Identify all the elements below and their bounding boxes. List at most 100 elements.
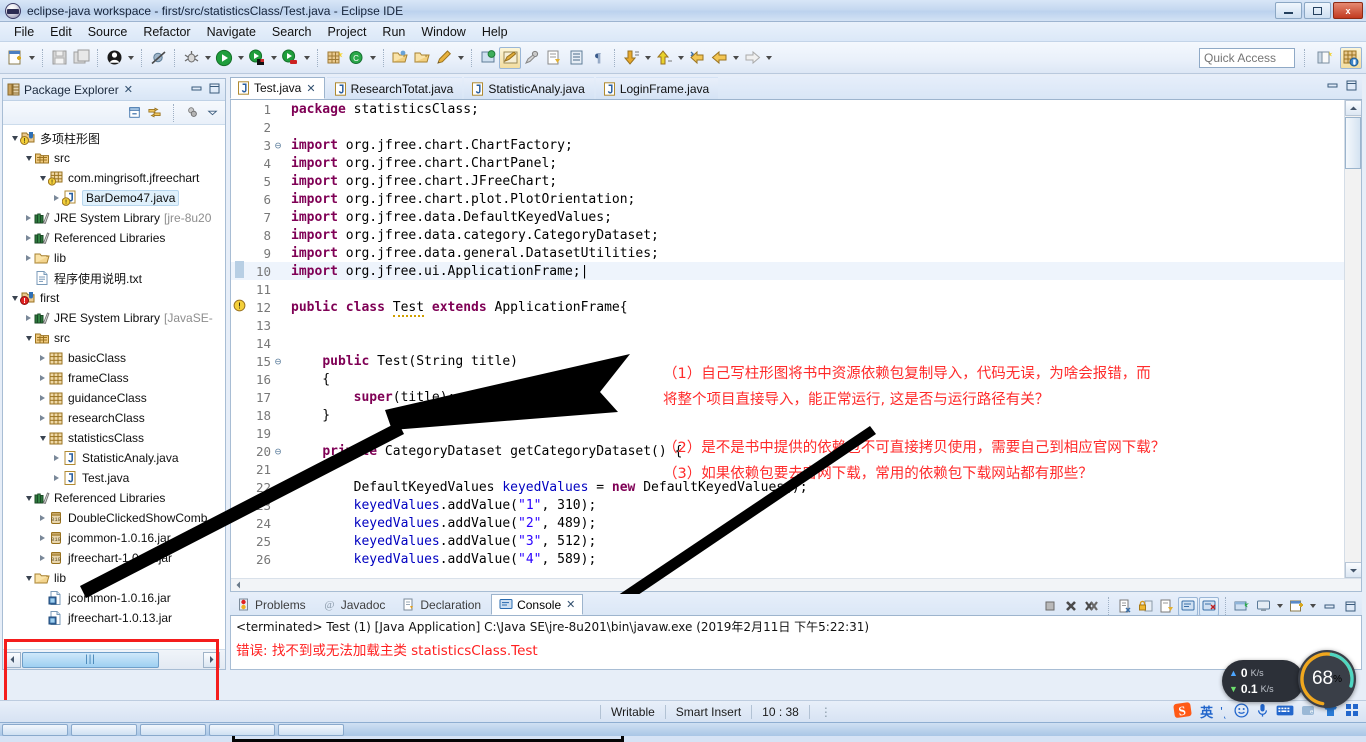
expand-arrow-closed-icon[interactable] xyxy=(23,253,34,264)
remove-all-launches-icon[interactable] xyxy=(1082,597,1102,616)
emoji-icon[interactable] xyxy=(1234,702,1249,721)
taskbar-item[interactable] xyxy=(2,723,68,736)
menu-item-project[interactable]: Project xyxy=(320,23,375,41)
close-icon[interactable]: ✕ xyxy=(124,83,133,96)
next-member-down-icon[interactable] xyxy=(620,47,642,69)
tree-item[interactable]: Referenced Libraries xyxy=(3,228,225,248)
package-explorer-hscrollbar[interactable]: ||| xyxy=(3,649,225,669)
new-icon[interactable] xyxy=(4,47,26,69)
hscroll-thumb[interactable]: ||| xyxy=(22,651,159,668)
toggle-mark-occurrences-icon[interactable] xyxy=(499,46,521,69)
pilcrow-icon[interactable]: ¶ xyxy=(587,47,609,69)
tree-item[interactable]: jfreechart-1.0.13.jar xyxy=(3,608,225,628)
tree-item[interactable]: JRE System Library [JavaSE- xyxy=(3,308,225,328)
show-console-when-output-icon[interactable] xyxy=(1178,596,1198,616)
clear-console-icon[interactable] xyxy=(1115,597,1135,616)
expand-arrow-closed-icon[interactable] xyxy=(51,473,62,484)
fold-collapse-icon[interactable]: ⊖ xyxy=(271,139,285,152)
menu-item-refactor[interactable]: Refactor xyxy=(135,23,198,41)
editor-tab[interactable]: ResearchTotat.java xyxy=(326,77,463,99)
status-more-icon[interactable]: ⋮ xyxy=(810,704,842,720)
maximize-editor-icon[interactable] xyxy=(1345,79,1358,92)
next-member-dropdown-icon[interactable] xyxy=(642,47,653,69)
menu-item-window[interactable]: Window xyxy=(413,23,473,41)
expand-arrow-open-icon[interactable] xyxy=(9,293,20,304)
network-speed-widget[interactable]: ▲ 0 K/s ▼ 0.1 K/s xyxy=(1222,660,1304,702)
open-console-icon[interactable] xyxy=(1286,597,1306,616)
run-icon[interactable] xyxy=(213,47,235,69)
new-package-icon[interactable] xyxy=(323,47,345,69)
minimize-button[interactable] xyxy=(1275,2,1302,19)
taskbar-item[interactable] xyxy=(71,723,137,736)
view-menu-icon[interactable] xyxy=(206,106,219,119)
back-dropdown-icon[interactable] xyxy=(730,47,741,69)
cpu-usage-widget[interactable]: 68 % xyxy=(1298,650,1356,708)
java-perspective-icon[interactable] xyxy=(1340,46,1362,69)
package-explorer-tab[interactable]: Package Explorer ✕ xyxy=(3,79,225,101)
expand-arrow-closed-icon[interactable] xyxy=(37,373,48,384)
debug-dropdown-icon[interactable] xyxy=(202,47,213,69)
expand-arrow-closed-icon[interactable] xyxy=(37,533,48,544)
editor-tab[interactable]: StatisticAnaly.java xyxy=(464,77,594,99)
tree-item[interactable]: 010 DoubleClickedShowComb xyxy=(3,508,225,528)
save-all-icon[interactable] xyxy=(70,47,92,69)
open-perspective-icon[interactable] xyxy=(1314,47,1336,69)
expand-arrow-closed-icon[interactable] xyxy=(37,353,48,364)
tree-item[interactable]: ! first xyxy=(3,288,225,308)
close-button[interactable]: x xyxy=(1333,2,1363,19)
expand-arrow-closed-icon[interactable] xyxy=(23,213,34,224)
microphone-icon[interactable] xyxy=(1256,703,1269,721)
expand-arrow-closed-icon[interactable] xyxy=(23,313,34,324)
expand-arrow-closed-icon[interactable] xyxy=(37,393,48,404)
sogou-ime-logo-icon[interactable]: S xyxy=(1173,700,1193,723)
expand-arrow-open-icon[interactable] xyxy=(23,573,34,584)
show-console-error-icon[interactable] xyxy=(1199,596,1219,616)
menu-item-file[interactable]: File xyxy=(6,23,42,41)
console-tab[interactable]: Problems xyxy=(230,594,313,615)
expand-arrow-open-icon[interactable] xyxy=(37,173,48,184)
tree-item[interactable]: 010 jcommon-1.0.16.jar xyxy=(3,528,225,548)
tree-item[interactable]: 程序使用说明.txt xyxy=(3,268,225,288)
forward-icon[interactable] xyxy=(741,47,763,69)
scroll-left-icon[interactable] xyxy=(235,578,242,591)
display-selected-console-icon[interactable] xyxy=(1253,597,1273,616)
scroll-right-icon[interactable] xyxy=(203,651,220,668)
fold-collapse-icon[interactable]: ⊖ xyxy=(271,355,285,368)
person-dropdown-icon[interactable] xyxy=(125,47,136,69)
console-output[interactable]: <terminated> Test (1) [Java Application]… xyxy=(230,616,1362,670)
ime-punctuation-icon[interactable]: 'ͺ xyxy=(1220,704,1227,719)
last-edit-location-icon[interactable] xyxy=(521,47,543,69)
vscroll-thumb[interactable] xyxy=(1345,117,1361,169)
tree-item[interactable]: ! com.mingrisoft.jfreechart xyxy=(3,168,225,188)
tree-item[interactable]: ! 多项柱形图 xyxy=(3,128,225,148)
expand-arrow-open-icon[interactable] xyxy=(23,333,34,344)
scroll-down-icon[interactable] xyxy=(1345,562,1361,578)
minimize-editor-icon[interactable] xyxy=(1326,79,1339,92)
back-icon[interactable] xyxy=(708,47,730,69)
menu-item-search[interactable]: Search xyxy=(264,23,320,41)
taskbar-item[interactable] xyxy=(278,723,344,736)
tree-item[interactable]: Test.java xyxy=(3,468,225,488)
run-coverage-dropdown-icon[interactable] xyxy=(301,47,312,69)
tree-item[interactable]: Referenced Libraries xyxy=(3,488,225,508)
maximize-view-icon[interactable] xyxy=(208,82,221,95)
forward-dropdown-icon[interactable] xyxy=(763,47,774,69)
open-resource-icon[interactable] xyxy=(411,47,433,69)
menu-item-run[interactable]: Run xyxy=(374,23,413,41)
ime-mode-label[interactable]: 英 xyxy=(1200,702,1213,721)
previous-member-up-icon[interactable] xyxy=(653,47,675,69)
save-icon[interactable] xyxy=(48,47,70,69)
menu-item-source[interactable]: Source xyxy=(80,23,136,41)
show-whitespace-icon[interactable] xyxy=(565,47,587,69)
tree-item[interactable]: jcommon-1.0.16.jar xyxy=(3,588,225,608)
minimize-console-icon[interactable] xyxy=(1319,597,1339,616)
close-icon[interactable]: ✕ xyxy=(566,598,575,611)
maximize-console-icon[interactable] xyxy=(1340,597,1360,616)
quick-access-input[interactable] xyxy=(1199,47,1295,68)
taskbar-item[interactable] xyxy=(209,723,275,736)
editor-tab[interactable]: LoginFrame.java xyxy=(595,77,719,99)
expand-arrow-open-icon[interactable] xyxy=(9,133,20,144)
close-icon[interactable]: ✕ xyxy=(306,82,315,95)
new-class-dropdown-icon[interactable] xyxy=(367,47,378,69)
tree-item[interactable]: lib xyxy=(3,568,225,588)
